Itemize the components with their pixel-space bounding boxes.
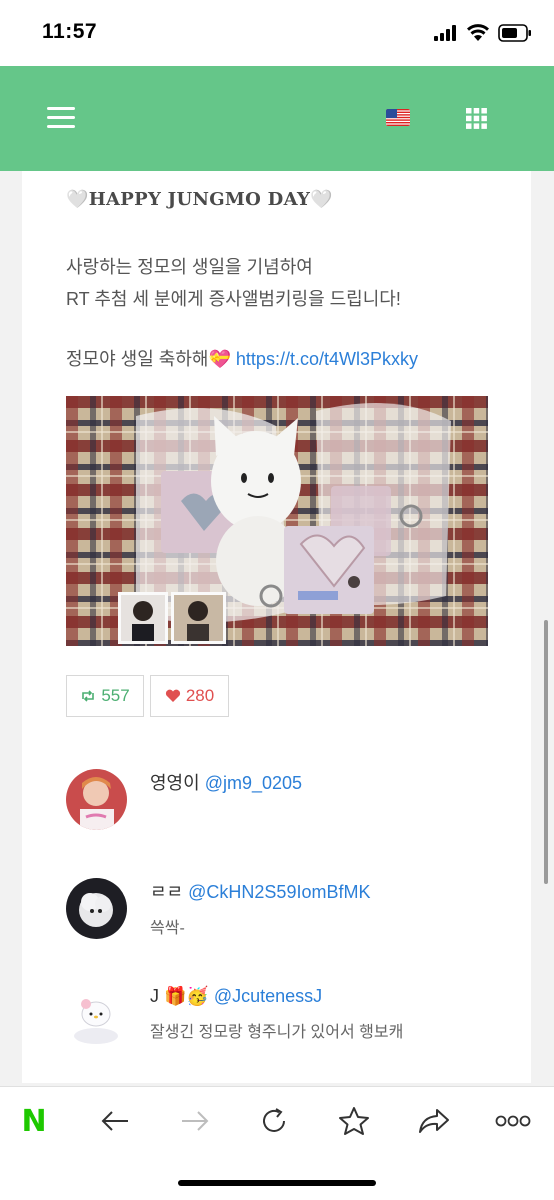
retweet-button[interactable]: 557 — [66, 675, 144, 717]
share-icon[interactable] — [416, 1103, 452, 1139]
battery-icon — [498, 24, 531, 42]
retweet-count: 557 — [101, 686, 130, 705]
back-arrow-icon[interactable] — [97, 1103, 133, 1139]
reply-author-name: ㄹㄹ — [150, 882, 184, 902]
grid-icon[interactable] — [466, 108, 487, 129]
status-time: 11:57 — [42, 20, 98, 43]
tweet-text-line-1: 사랑하는 정모의 생일을 기념하여 — [66, 257, 313, 277]
reply-author: ㄹㄹ @CkHN2S59IomBfMK — [150, 878, 370, 904]
like-button[interactable]: 280 — [150, 675, 229, 717]
reply-author: 영영이 @jm9_0205 — [150, 769, 302, 795]
refresh-icon[interactable] — [256, 1103, 292, 1139]
cellular-signal-icon — [434, 25, 456, 41]
reply-text: 잘생긴 정모랑 형주니가 있어서 행보캐 — [150, 1024, 404, 1041]
reply-author-handle[interactable]: @jm9_0205 — [205, 773, 302, 793]
scrollbar[interactable] — [544, 620, 548, 884]
reply-text: 쓱싹- — [150, 920, 185, 937]
reply-author: J 🎁🥳 @JcutenessJ — [150, 986, 322, 1007]
bookmark-star-icon[interactable] — [336, 1103, 372, 1139]
tweet-card: 🤍HAPPY JUNGMO DAY🤍 사랑하는 정모의 생일을 기념하여 RT … — [22, 171, 531, 1083]
reply-author-name: 영영이 — [150, 773, 200, 793]
avatar[interactable] — [66, 769, 127, 830]
heart-icon — [165, 689, 180, 702]
wifi-icon — [467, 24, 489, 41]
naver-logo[interactable]: N — [16, 1103, 52, 1139]
status-bar: 11:57 — [0, 0, 554, 66]
tweet-birthday-text: 정모야 생일 축하해💝 — [66, 349, 231, 369]
tweet-title: 🤍HAPPY JUNGMO DAY🤍 — [66, 189, 333, 210]
avatar[interactable] — [66, 878, 127, 939]
tweet-text-line-2: RT 추첨 세 분에게 증사앨범키링을 드립니다! — [66, 289, 401, 309]
home-indicator — [178, 1180, 376, 1186]
us-flag-icon[interactable] — [386, 109, 410, 126]
more-icon[interactable] — [495, 1103, 531, 1139]
reply-author-handle[interactable]: @CkHN2S59IomBfMK — [188, 882, 370, 902]
tweet-link[interactable]: https://t.co/t4Wl3Pkxky — [236, 349, 418, 369]
reply-author-handle[interactable]: @JcutenessJ — [214, 986, 322, 1006]
avatar[interactable] — [66, 986, 127, 1047]
forward-arrow-icon[interactable] — [177, 1103, 213, 1139]
reply-author-name: J 🎁🥳 — [150, 986, 209, 1006]
hamburger-menu-icon[interactable] — [47, 107, 75, 129]
app-header — [0, 66, 554, 171]
tweet-text-line-3: 정모야 생일 축하해💝 https://t.co/t4Wl3Pkxky — [66, 345, 418, 371]
tweet-photo[interactable] — [66, 396, 488, 646]
retweet-icon — [82, 690, 95, 702]
like-count: 280 — [185, 686, 215, 705]
